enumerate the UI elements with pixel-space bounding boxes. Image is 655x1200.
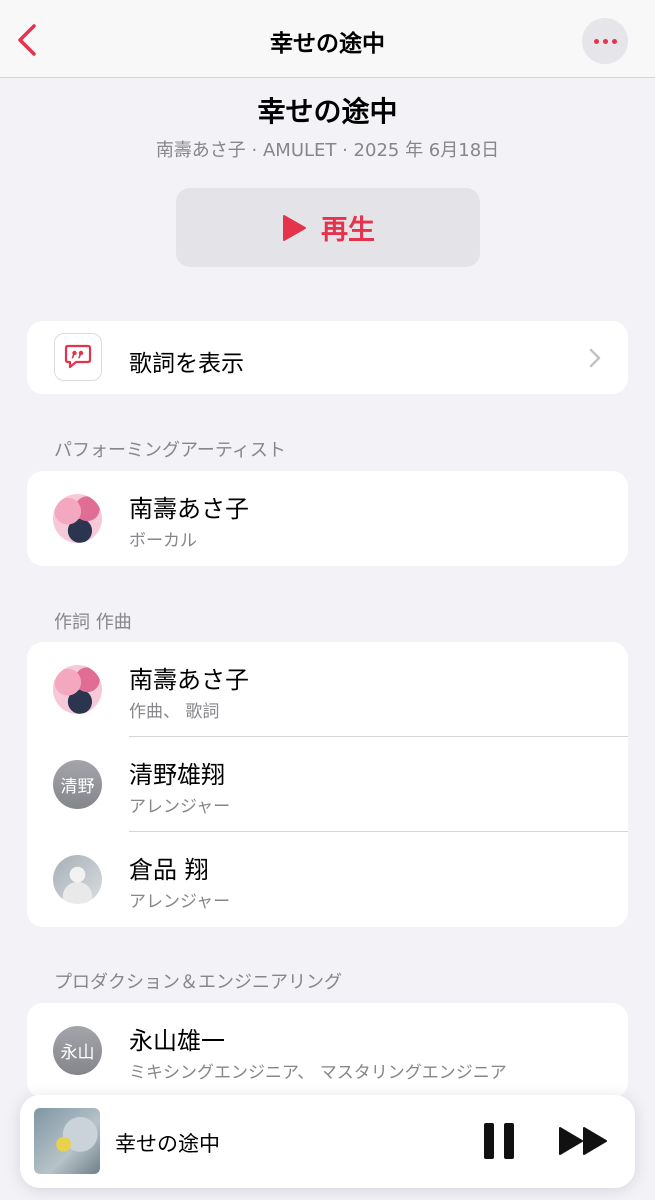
ellipsis-icon (593, 38, 599, 44)
avatar (53, 494, 102, 543)
credit-row[interactable]: 清野 清野雄翔 アレンジャー (27, 737, 628, 832)
avatar: 永山 (53, 1026, 102, 1075)
nav-title: 幸せの途中 (270, 31, 385, 57)
mini-player-title: 幸せの途中 (115, 1132, 220, 1156)
credit-row[interactable]: 倉品 翔 アレンジャー (27, 832, 628, 927)
album-artwork (34, 1108, 100, 1174)
credit-name: 倉品 翔 (129, 856, 209, 884)
show-lyrics-label: 歌詞を表示 (129, 351, 244, 377)
credit-role: アレンジャー (129, 797, 231, 817)
writing-card: 南壽あさ子 作曲、 歌詞 清野 清野雄翔 アレンジャー 倉品 翔 アレンジャー (27, 642, 628, 927)
performing-card: 南壽あさ子 ボーカル (27, 471, 628, 566)
mini-player[interactable]: 幸せの途中 (20, 1095, 635, 1188)
play-button[interactable]: 再生 (176, 188, 480, 267)
pause-icon (484, 1123, 494, 1159)
more-button[interactable] (582, 18, 628, 64)
play-label: 再生 (321, 215, 375, 246)
song-title: 幸せの途中 (257, 95, 398, 128)
credit-role: アレンジャー (129, 892, 231, 912)
song-subtitle: 南壽あさ子 · AMULET · 2025 年 6月18日 (155, 140, 500, 161)
avatar (53, 855, 102, 904)
avatar: 清野 (53, 760, 102, 809)
fast-forward-icon[interactable] (558, 1126, 610, 1156)
pause-button[interactable] (484, 1123, 514, 1159)
play-icon (283, 214, 306, 241)
credit-row[interactable]: 南壽あさ子 ボーカル (27, 471, 628, 566)
section-heading-performing: パフォーミングアーティスト (54, 440, 286, 461)
nav-bar: 幸せの途中 (0, 0, 655, 78)
credit-role: 作曲、 歌詞 (129, 702, 220, 722)
credit-role: ボーカル (129, 531, 197, 551)
credit-name: 永山雄一 (129, 1027, 225, 1055)
credit-role: ミキシングエンジニア、 マスタリングエンジニア (129, 1063, 507, 1083)
credit-name: 南壽あさ子 (129, 666, 249, 694)
credit-name: 南壽あさ子 (129, 495, 249, 523)
quote-bubble-icon (54, 333, 102, 381)
section-heading-writing: 作詞 作曲 (54, 612, 132, 633)
credit-name: 清野雄翔 (129, 761, 225, 789)
credit-row[interactable]: 南壽あさ子 作曲、 歌詞 (27, 642, 628, 737)
avatar (53, 665, 102, 714)
chevron-right-icon (589, 348, 601, 368)
production-card: 永山 永山雄一 ミキシングエンジニア、 マスタリングエンジニア (27, 1003, 628, 1098)
section-heading-production: プロダクション＆エンジニアリング (54, 972, 342, 993)
show-lyrics-row[interactable]: 歌詞を表示 (27, 321, 628, 394)
credit-row[interactable]: 永山 永山雄一 ミキシングエンジニア、 マスタリングエンジニア (27, 1003, 628, 1098)
